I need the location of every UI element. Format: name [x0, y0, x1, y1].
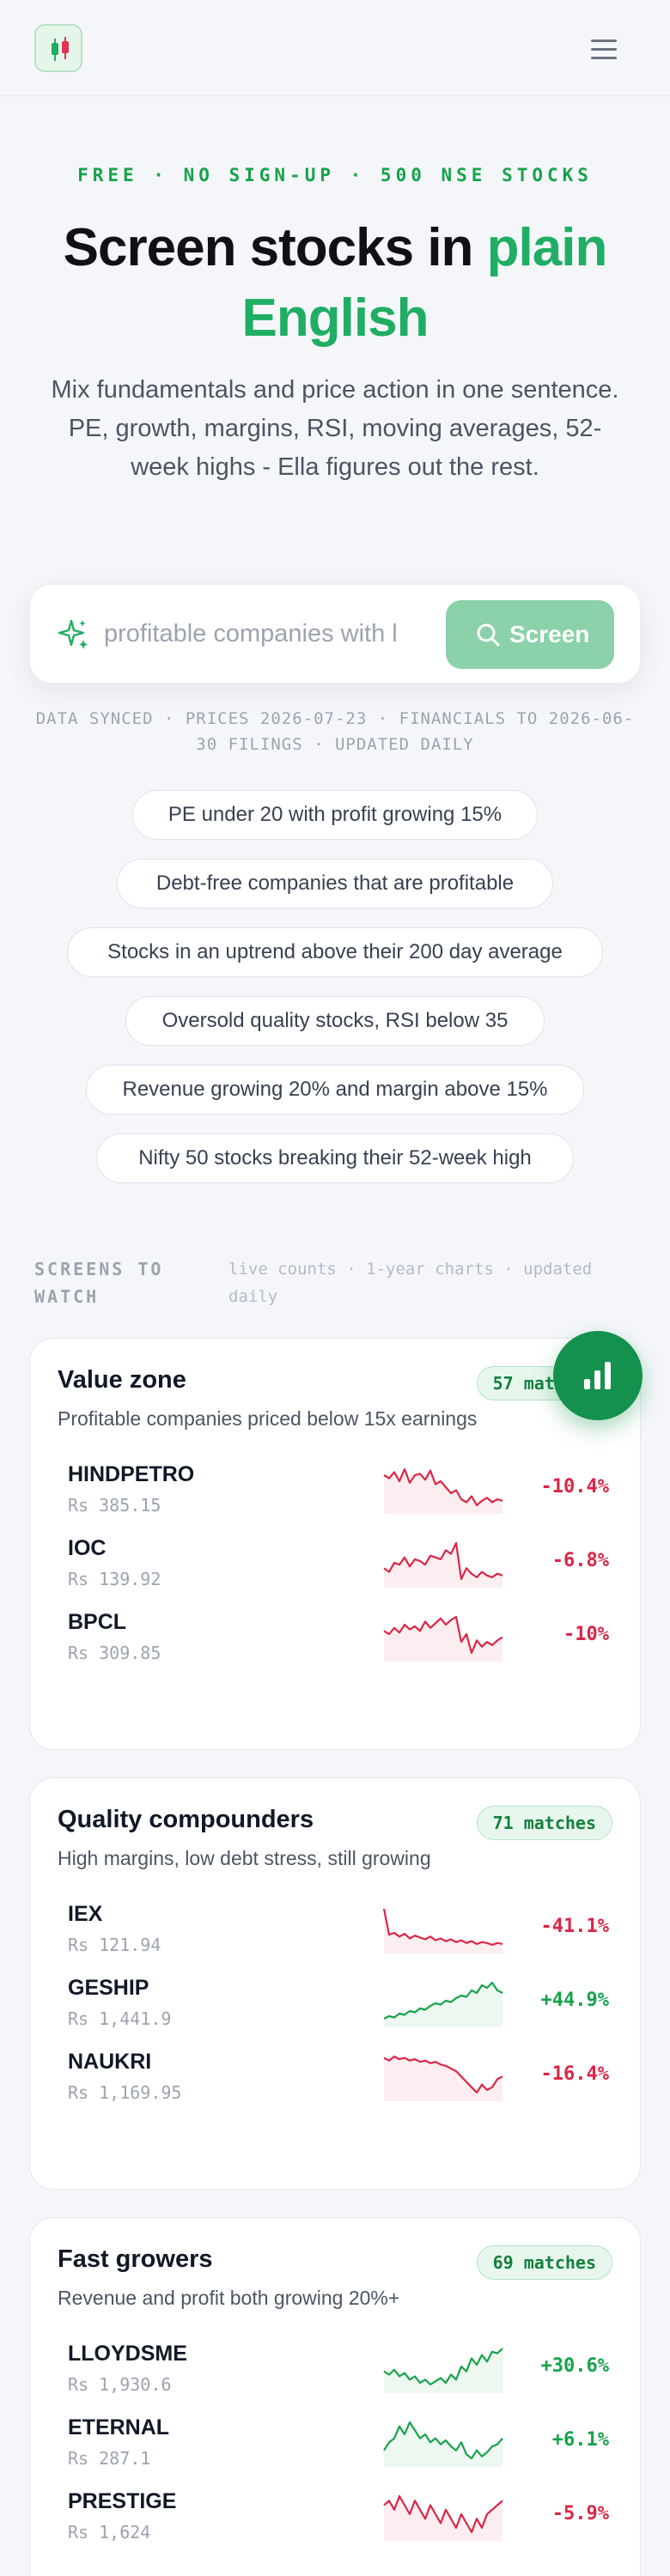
screen-card-description: Profitable companies priced below 15x ea…	[58, 1407, 478, 1430]
stock-price: Rs 287.1	[68, 2448, 151, 2469]
stock-price: Rs 1,169.95	[68, 2082, 182, 2103]
stock-row[interactable]: GESHIP Rs 1,441.9 +44.9%	[68, 1976, 609, 2044]
stock-change: -5.9%	[551, 2503, 609, 2524]
data-sync-note: DATA SYNCED · PRICES 2026-07-23 · FINANC…	[35, 709, 635, 754]
screen-card-title: Quality compounders	[58, 1806, 314, 1833]
stock-row[interactable]: IOC Rs 139.92 -6.8%	[68, 1536, 609, 1605]
stock-ticker: NAUKRI	[68, 2050, 152, 2074]
sparkline-area	[384, 1617, 502, 1662]
search-input[interactable]	[104, 614, 463, 653]
stock-change: -41.1%	[540, 1916, 609, 1937]
price-sparkline	[383, 2055, 503, 2101]
search-icon	[477, 623, 500, 647]
price-sparkline	[383, 1615, 503, 1662]
stock-row[interactable]: ETERNAL Rs 287.1 +6.1%	[68, 2415, 609, 2484]
screen-card-description: High margins, low debt stress, still gro…	[58, 1847, 431, 1869]
logo[interactable]	[34, 24, 82, 72]
price-sparkline	[383, 2421, 503, 2467]
price-sparkline	[382, 1908, 503, 1953]
sparkline-area	[384, 2057, 502, 2101]
stock-row[interactable]: BPCL Rs 309.85 -10%	[68, 1610, 609, 1679]
stock-price: Rs 309.85	[68, 1643, 161, 1663]
stock-ticker: IOC	[68, 1536, 107, 1560]
stock-change: -6.8%	[551, 1550, 609, 1571]
suggestion-chip[interactable]: Nifty 50 stocks breaking their 52-week h…	[96, 1133, 574, 1183]
screen-card[interactable]: Fast growers 69 matches Revenue and profit…	[29, 2217, 641, 2576]
stock-change: -10.4%	[540, 1476, 609, 1498]
hero-subtitle: Mix fundamentals and price action in one…	[51, 376, 619, 481]
screen-card-title: Value zone	[58, 1366, 186, 1394]
stock-change: +44.9%	[540, 1990, 609, 2011]
stock-row[interactable]: IEX Rs 121.94 -41.1%	[68, 1902, 609, 1971]
stock-price: Rs 139.92	[68, 1569, 161, 1589]
stock-row[interactable]: LLOYDSME Rs 1,930.6 +30.6%	[68, 2342, 609, 2410]
headline-accent: plain	[486, 218, 608, 277]
price-sparkline	[383, 1541, 503, 1588]
suggestion-chip[interactable]: PE under 20 with profit growing 15%	[132, 790, 538, 840]
search-bar: Screen	[29, 584, 641, 683]
screens-section-note: live counts · 1-year charts · updated da…	[228, 1260, 593, 1306]
price-sparkline	[383, 2494, 503, 2541]
stock-price: Rs 385.15	[68, 1495, 161, 1516]
match-count-badge: 71 matches	[476, 1806, 612, 1840]
bar-chart-icon	[584, 1362, 611, 1389]
stock-change: +30.6%	[540, 2355, 609, 2377]
suggestion-chip[interactable]: Revenue growing 20% and margin above 15%	[86, 1065, 584, 1115]
screen-card-description: Revenue and profit both growing 20%+	[58, 2287, 400, 2309]
chart-fab-button[interactable]	[553, 1331, 643, 1420]
sparkline-area	[384, 1983, 502, 2027]
stock-ticker: LLOYDSME	[68, 2342, 187, 2366]
hero-tagline: FREE · NO SIGN-UP · 500 NSE STOCKS	[77, 165, 593, 185]
top-bar	[0, 0, 670, 96]
stock-ticker: BPCL	[68, 1610, 127, 1634]
headline-text: Screen stocks in	[63, 218, 487, 277]
sparkline-area	[384, 2348, 502, 2393]
suggestion-chip[interactable]: Oversold quality stocks, RSI below 35	[125, 996, 545, 1046]
stock-change: +6.1%	[551, 2429, 609, 2451]
screen-button[interactable]: Screen	[446, 600, 614, 669]
stock-price: Rs 1,624	[68, 2522, 151, 2543]
stock-price: Rs 1,930.6	[68, 2374, 172, 2395]
stock-ticker: PRESTIGE	[68, 2489, 177, 2513]
stock-row[interactable]: HINDPETRO Rs 385.15 -10.4%	[68, 1462, 609, 1531]
screen-card[interactable]: Value zone 57 matches Profitable companies…	[29, 1338, 641, 1750]
stock-price: Rs 1,441.9	[68, 2008, 172, 2029]
headline-accent-line2: English	[241, 289, 429, 348]
stock-row[interactable]: NAUKRI Rs 1,169.95 -16.4%	[68, 2050, 609, 2118]
stock-ticker: IEX	[68, 1902, 103, 1926]
price-sparkline	[383, 2348, 503, 2393]
stock-ticker: HINDPETRO	[68, 1462, 195, 1486]
sparkline-area	[384, 1909, 502, 1953]
price-sparkline	[383, 1981, 503, 2027]
hamburger-menu-icon[interactable]	[586, 31, 622, 67]
stock-ticker: ETERNAL	[68, 2415, 170, 2439]
stock-change: -10%	[563, 1624, 609, 1645]
suggestion-chip[interactable]: Debt-free companies that are profitable	[117, 859, 553, 908]
screen-card-title: Fast growers	[58, 2245, 213, 2273]
hero-headline: Screen stocks in plain English	[26, 213, 644, 354]
candlestick-icon	[52, 37, 69, 61]
match-count-badge: 69 matches	[476, 2245, 612, 2280]
sparkline-area	[384, 1543, 502, 1588]
screens-section-title: SCREENS TO WATCH	[34, 1259, 164, 1307]
stock-row[interactable]: PRESTIGE Rs 1,624 -5.9%	[68, 2489, 609, 2558]
price-sparkline	[383, 1467, 503, 1514]
suggestion-chip[interactable]: Stocks in an uptrend above their 200 day…	[67, 927, 603, 977]
sparkle-icon	[58, 619, 88, 649]
stock-change: -16.4%	[540, 2063, 609, 2085]
screen-button-label: Screen	[509, 621, 590, 647]
screen-card[interactable]: Quality compounders 71 matches High margin…	[29, 1777, 641, 2190]
stock-price: Rs 121.94	[68, 1935, 161, 1955]
stock-ticker: GESHIP	[68, 1976, 149, 2000]
